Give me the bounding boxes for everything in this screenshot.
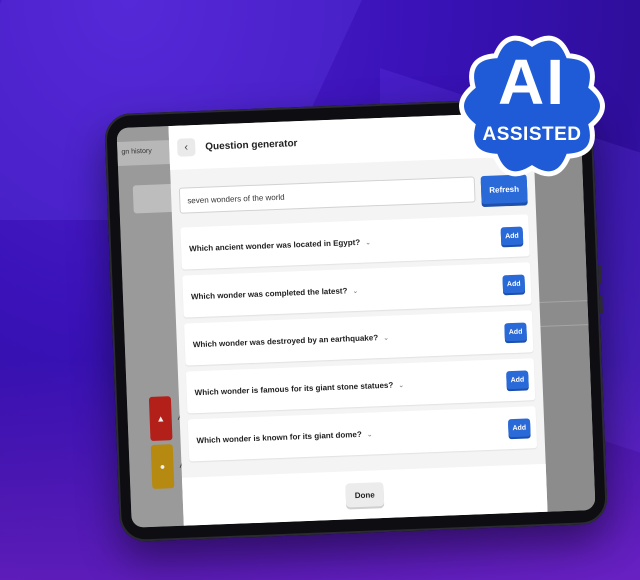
question-list: Which ancient wonder was located in Egyp… [180, 214, 538, 467]
question-text: Which wonder was completed the latest? ⌄ [190, 285, 359, 301]
chevron-down-icon[interactable]: ⌄ [352, 287, 358, 294]
question-item[interactable]: Which wonder is known for its giant dome… [187, 406, 538, 462]
background-tab: gn history [117, 139, 176, 167]
add-question-button[interactable]: Add [504, 322, 527, 342]
chevron-down-icon[interactable]: ⌄ [383, 334, 389, 341]
question-text: Which ancient wonder was located in Egyp… [188, 237, 372, 253]
chevron-down-icon[interactable]: ⌄ [365, 239, 371, 246]
badge-title: AI [498, 46, 566, 118]
answer-shape: ● [150, 444, 175, 489]
add-question-button[interactable]: Add [507, 418, 531, 438]
chevron-left-icon: ‹ [184, 141, 189, 154]
done-button[interactable]: Done [345, 482, 385, 508]
add-question-button[interactable]: Add [500, 226, 524, 246]
tablet-side-button [599, 295, 603, 314]
question-text: Which wonder is famous for its giant sto… [194, 380, 405, 397]
background-bar [132, 183, 174, 214]
question-text: Which wonder was destroyed by an earthqu… [192, 332, 390, 349]
back-button[interactable]: ‹ [176, 138, 196, 157]
tablet-side-button [598, 265, 602, 284]
chevron-down-icon[interactable]: ⌄ [367, 431, 373, 438]
modal-title: Question generator [205, 137, 298, 153]
question-item[interactable]: Which wonder was completed the latest? ⌄ … [182, 262, 532, 318]
question-text: Which wonder is known for its giant dome… [196, 429, 373, 445]
divider [532, 324, 589, 328]
badge-subtitle: ASSISTED [482, 124, 582, 145]
add-question-button[interactable]: Add [506, 370, 529, 390]
question-item[interactable]: Which wonder was destroyed by an earthqu… [184, 310, 534, 366]
add-question-button[interactable]: Add [502, 274, 526, 294]
divider [531, 300, 588, 304]
answer-shape: ▲ [148, 396, 173, 441]
circle-icon: ● [159, 461, 166, 472]
chevron-down-icon[interactable]: ⌄ [398, 382, 404, 389]
question-item[interactable]: Which wonder is famous for its giant sto… [185, 358, 536, 414]
ai-assisted-badge: AI ASSISTED [452, 30, 612, 182]
triangle-icon: ▲ [156, 413, 166, 424]
topic-input[interactable] [178, 176, 476, 214]
question-item[interactable]: Which ancient wonder was located in Egyp… [180, 214, 530, 270]
